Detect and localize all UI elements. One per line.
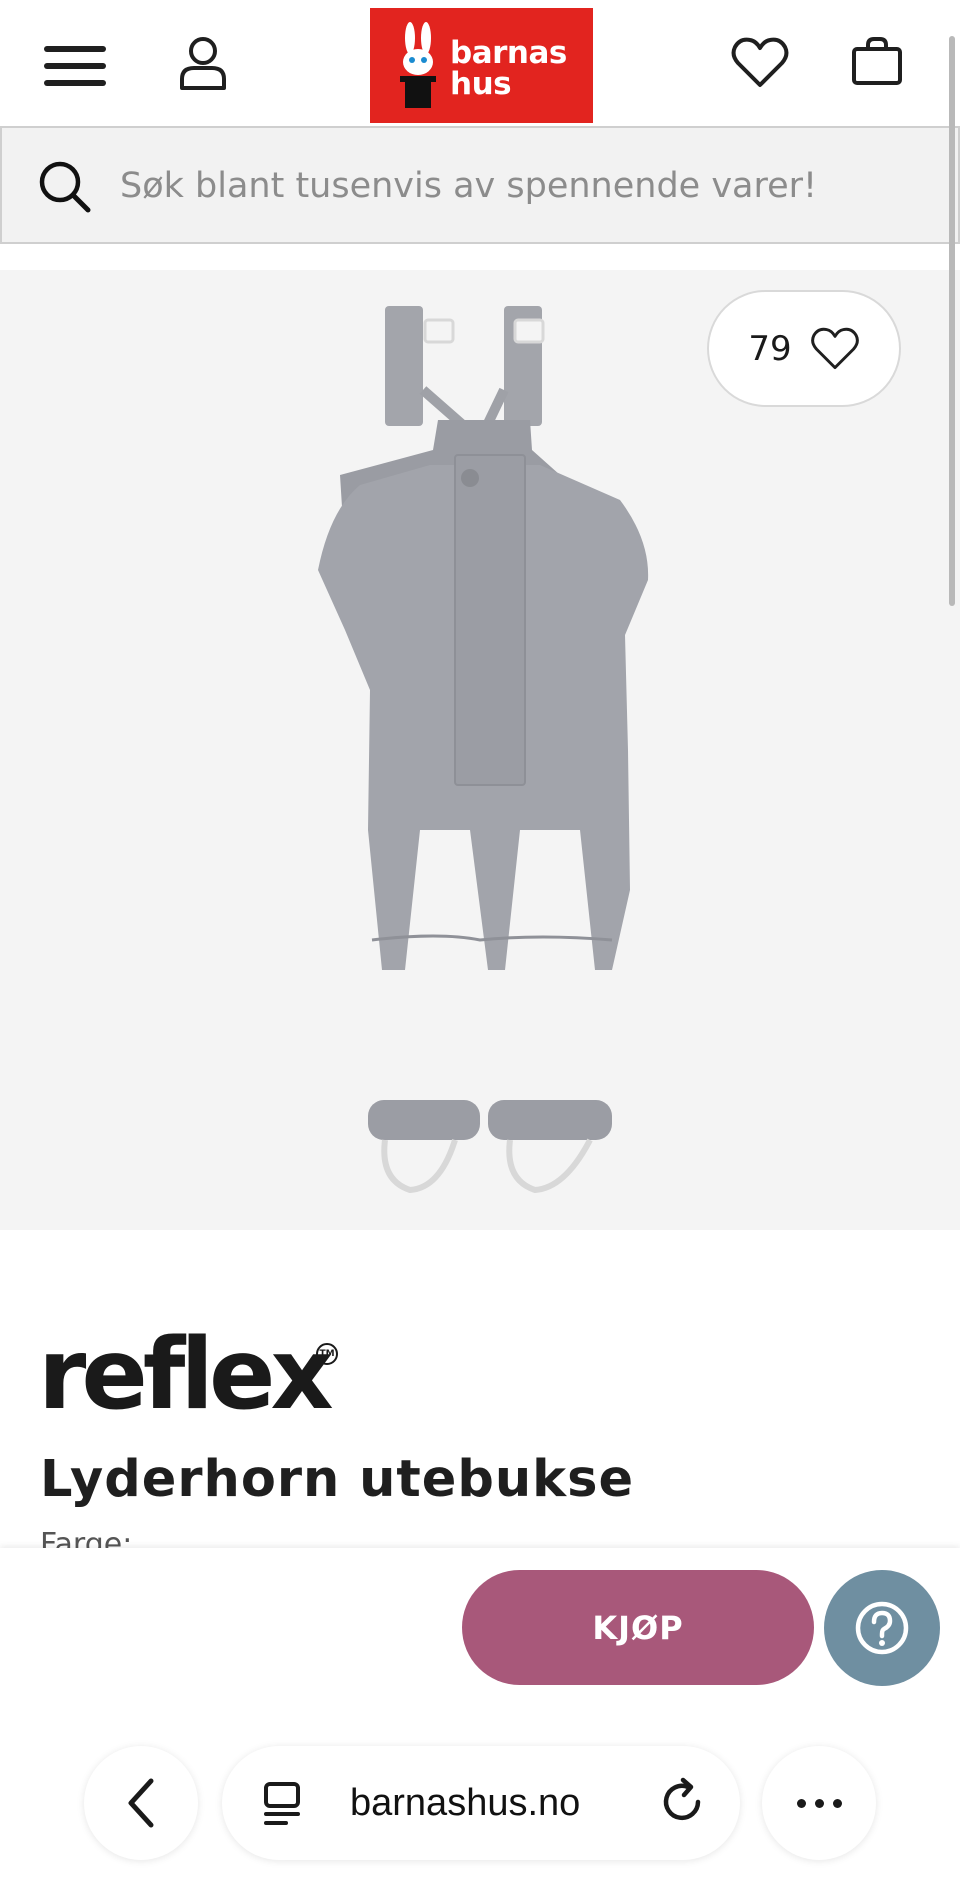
help-button[interactable] <box>824 1570 940 1686</box>
site-header: barnas hus <box>0 0 960 126</box>
product-subtitle: Farge: ... <box>40 1530 171 1548</box>
product-image[interactable] <box>0 270 960 1230</box>
tabs-icon[interactable] <box>260 1780 308 1828</box>
search-bar[interactable] <box>0 126 960 244</box>
user-icon[interactable] <box>168 30 238 96</box>
search-icon[interactable] <box>36 158 92 214</box>
like-count: 79 <box>748 328 792 369</box>
rain-pants-illustration <box>318 306 649 1194</box>
like-button[interactable]: 79 <box>707 290 901 407</box>
reload-icon[interactable] <box>656 1776 708 1828</box>
product-title: Lyderhorn utebukse <box>40 1450 635 1509</box>
bunny-hat-logo-icon <box>400 22 436 108</box>
brand-trademark: TM <box>316 1343 338 1365</box>
more-icon <box>796 1798 806 1808</box>
site-logo[interactable]: barnas hus <box>370 8 593 123</box>
browser-more-button[interactable] <box>762 1746 876 1860</box>
brand-logo[interactable]: reflex <box>38 1326 334 1424</box>
logo-line-1: barnas <box>450 35 567 71</box>
back-icon <box>128 1778 154 1828</box>
heart-icon[interactable] <box>722 30 798 96</box>
browser-address-bar[interactable]: barnashus.no <box>222 1746 740 1860</box>
search-input[interactable] <box>120 148 920 224</box>
buy-button[interactable]: KJØP <box>462 1570 814 1685</box>
menu-icon[interactable] <box>40 38 110 94</box>
browser-back-button[interactable] <box>84 1746 198 1860</box>
browser-url[interactable]: barnashus.no <box>350 1782 580 1825</box>
scrollbar[interactable] <box>949 36 955 606</box>
heart-icon <box>810 327 859 369</box>
shopping-bag-icon[interactable] <box>842 28 912 94</box>
question-circle-icon <box>855 1601 909 1655</box>
logo-line-2: hus <box>450 66 512 102</box>
